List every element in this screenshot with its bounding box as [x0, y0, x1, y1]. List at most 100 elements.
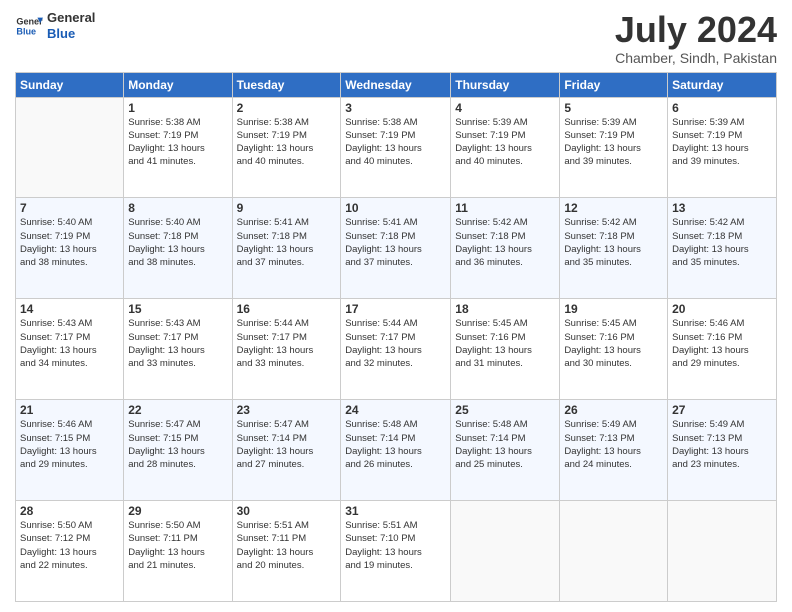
day-number: 4	[455, 101, 555, 115]
calendar-cell	[451, 501, 560, 602]
day-number: 10	[345, 201, 446, 215]
day-info: Sunrise: 5:50 AMSunset: 7:12 PMDaylight:…	[20, 519, 119, 572]
day-info: Sunrise: 5:41 AMSunset: 7:18 PMDaylight:…	[237, 216, 337, 269]
calendar-cell: 2Sunrise: 5:38 AMSunset: 7:19 PMDaylight…	[232, 97, 341, 198]
header-day: Tuesday	[232, 72, 341, 97]
day-number: 27	[672, 403, 772, 417]
day-info: Sunrise: 5:42 AMSunset: 7:18 PMDaylight:…	[455, 216, 555, 269]
calendar-cell: 29Sunrise: 5:50 AMSunset: 7:11 PMDayligh…	[124, 501, 232, 602]
day-info: Sunrise: 5:47 AMSunset: 7:14 PMDaylight:…	[237, 418, 337, 471]
day-number: 11	[455, 201, 555, 215]
week-row: 28Sunrise: 5:50 AMSunset: 7:12 PMDayligh…	[16, 501, 777, 602]
calendar-cell	[16, 97, 124, 198]
day-number: 23	[237, 403, 337, 417]
header-row: SundayMondayTuesdayWednesdayThursdayFrid…	[16, 72, 777, 97]
calendar-cell: 18Sunrise: 5:45 AMSunset: 7:16 PMDayligh…	[451, 299, 560, 400]
day-number: 9	[237, 201, 337, 215]
day-info: Sunrise: 5:44 AMSunset: 7:17 PMDaylight:…	[345, 317, 446, 370]
calendar-cell	[668, 501, 777, 602]
calendar-cell: 10Sunrise: 5:41 AMSunset: 7:18 PMDayligh…	[341, 198, 451, 299]
day-info: Sunrise: 5:46 AMSunset: 7:16 PMDaylight:…	[672, 317, 772, 370]
day-info: Sunrise: 5:48 AMSunset: 7:14 PMDaylight:…	[455, 418, 555, 471]
calendar-cell: 16Sunrise: 5:44 AMSunset: 7:17 PMDayligh…	[232, 299, 341, 400]
calendar-cell: 1Sunrise: 5:38 AMSunset: 7:19 PMDaylight…	[124, 97, 232, 198]
day-info: Sunrise: 5:47 AMSunset: 7:15 PMDaylight:…	[128, 418, 227, 471]
day-number: 28	[20, 504, 119, 518]
day-info: Sunrise: 5:48 AMSunset: 7:14 PMDaylight:…	[345, 418, 446, 471]
day-info: Sunrise: 5:45 AMSunset: 7:16 PMDaylight:…	[564, 317, 663, 370]
week-row: 21Sunrise: 5:46 AMSunset: 7:15 PMDayligh…	[16, 400, 777, 501]
day-info: Sunrise: 5:39 AMSunset: 7:19 PMDaylight:…	[672, 116, 772, 169]
calendar-cell: 8Sunrise: 5:40 AMSunset: 7:18 PMDaylight…	[124, 198, 232, 299]
day-number: 2	[237, 101, 337, 115]
calendar-cell: 28Sunrise: 5:50 AMSunset: 7:12 PMDayligh…	[16, 501, 124, 602]
calendar-cell: 15Sunrise: 5:43 AMSunset: 7:17 PMDayligh…	[124, 299, 232, 400]
day-info: Sunrise: 5:39 AMSunset: 7:19 PMDaylight:…	[564, 116, 663, 169]
calendar-cell: 7Sunrise: 5:40 AMSunset: 7:19 PMDaylight…	[16, 198, 124, 299]
header-day: Thursday	[451, 72, 560, 97]
day-number: 8	[128, 201, 227, 215]
calendar-cell	[560, 501, 668, 602]
day-number: 18	[455, 302, 555, 316]
calendar-cell: 24Sunrise: 5:48 AMSunset: 7:14 PMDayligh…	[341, 400, 451, 501]
day-number: 22	[128, 403, 227, 417]
week-row: 14Sunrise: 5:43 AMSunset: 7:17 PMDayligh…	[16, 299, 777, 400]
calendar-cell: 26Sunrise: 5:49 AMSunset: 7:13 PMDayligh…	[560, 400, 668, 501]
header-day: Friday	[560, 72, 668, 97]
day-info: Sunrise: 5:41 AMSunset: 7:18 PMDaylight:…	[345, 216, 446, 269]
calendar-cell: 3Sunrise: 5:38 AMSunset: 7:19 PMDaylight…	[341, 97, 451, 198]
day-number: 29	[128, 504, 227, 518]
calendar-cell: 14Sunrise: 5:43 AMSunset: 7:17 PMDayligh…	[16, 299, 124, 400]
day-number: 31	[345, 504, 446, 518]
header-day: Monday	[124, 72, 232, 97]
logo-icon: General Blue	[15, 12, 43, 40]
day-info: Sunrise: 5:49 AMSunset: 7:13 PMDaylight:…	[564, 418, 663, 471]
day-number: 20	[672, 302, 772, 316]
calendar-cell: 22Sunrise: 5:47 AMSunset: 7:15 PMDayligh…	[124, 400, 232, 501]
calendar-cell: 6Sunrise: 5:39 AMSunset: 7:19 PMDaylight…	[668, 97, 777, 198]
logo-line1: General	[47, 10, 95, 26]
day-info: Sunrise: 5:39 AMSunset: 7:19 PMDaylight:…	[455, 116, 555, 169]
day-info: Sunrise: 5:42 AMSunset: 7:18 PMDaylight:…	[564, 216, 663, 269]
day-info: Sunrise: 5:49 AMSunset: 7:13 PMDaylight:…	[672, 418, 772, 471]
day-info: Sunrise: 5:40 AMSunset: 7:19 PMDaylight:…	[20, 216, 119, 269]
day-number: 13	[672, 201, 772, 215]
day-number: 19	[564, 302, 663, 316]
day-number: 17	[345, 302, 446, 316]
calendar-cell: 13Sunrise: 5:42 AMSunset: 7:18 PMDayligh…	[668, 198, 777, 299]
calendar-cell: 25Sunrise: 5:48 AMSunset: 7:14 PMDayligh…	[451, 400, 560, 501]
day-number: 26	[564, 403, 663, 417]
week-row: 7Sunrise: 5:40 AMSunset: 7:19 PMDaylight…	[16, 198, 777, 299]
day-info: Sunrise: 5:46 AMSunset: 7:15 PMDaylight:…	[20, 418, 119, 471]
header: General Blue General Blue July 2024 Cham…	[15, 10, 777, 66]
day-number: 7	[20, 201, 119, 215]
svg-text:Blue: Blue	[16, 26, 36, 36]
day-info: Sunrise: 5:51 AMSunset: 7:11 PMDaylight:…	[237, 519, 337, 572]
main-title: July 2024	[615, 10, 777, 50]
day-info: Sunrise: 5:38 AMSunset: 7:19 PMDaylight:…	[237, 116, 337, 169]
day-number: 15	[128, 302, 227, 316]
day-number: 6	[672, 101, 772, 115]
subtitle: Chamber, Sindh, Pakistan	[615, 50, 777, 66]
day-info: Sunrise: 5:43 AMSunset: 7:17 PMDaylight:…	[20, 317, 119, 370]
calendar-cell: 31Sunrise: 5:51 AMSunset: 7:10 PMDayligh…	[341, 501, 451, 602]
calendar-cell: 17Sunrise: 5:44 AMSunset: 7:17 PMDayligh…	[341, 299, 451, 400]
day-info: Sunrise: 5:42 AMSunset: 7:18 PMDaylight:…	[672, 216, 772, 269]
day-info: Sunrise: 5:44 AMSunset: 7:17 PMDaylight:…	[237, 317, 337, 370]
logo: General Blue General Blue	[15, 10, 95, 41]
calendar-cell: 11Sunrise: 5:42 AMSunset: 7:18 PMDayligh…	[451, 198, 560, 299]
day-number: 24	[345, 403, 446, 417]
calendar-cell: 27Sunrise: 5:49 AMSunset: 7:13 PMDayligh…	[668, 400, 777, 501]
day-number: 3	[345, 101, 446, 115]
day-number: 14	[20, 302, 119, 316]
logo-line2: Blue	[47, 26, 95, 42]
day-number: 12	[564, 201, 663, 215]
calendar-cell: 21Sunrise: 5:46 AMSunset: 7:15 PMDayligh…	[16, 400, 124, 501]
day-number: 1	[128, 101, 227, 115]
calendar-cell: 4Sunrise: 5:39 AMSunset: 7:19 PMDaylight…	[451, 97, 560, 198]
day-info: Sunrise: 5:38 AMSunset: 7:19 PMDaylight:…	[345, 116, 446, 169]
calendar-cell: 5Sunrise: 5:39 AMSunset: 7:19 PMDaylight…	[560, 97, 668, 198]
header-day: Sunday	[16, 72, 124, 97]
calendar-cell: 19Sunrise: 5:45 AMSunset: 7:16 PMDayligh…	[560, 299, 668, 400]
header-day: Saturday	[668, 72, 777, 97]
